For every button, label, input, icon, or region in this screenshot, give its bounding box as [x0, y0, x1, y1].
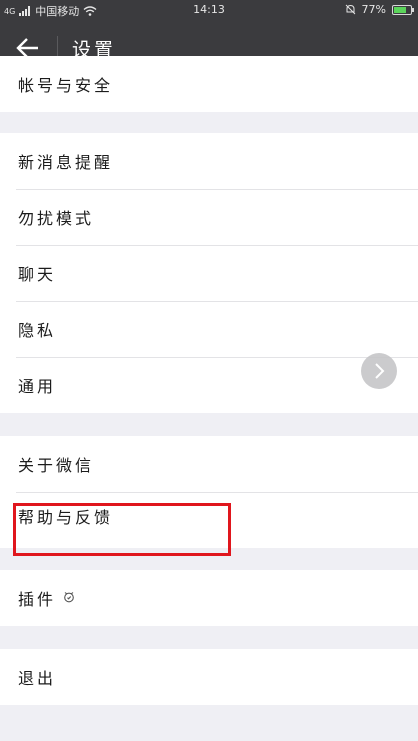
settings-item-privacy[interactable]: 隐私: [0, 301, 418, 357]
item-label: 退出: [18, 669, 57, 688]
item-label: 关于微信: [18, 456, 95, 475]
item-label: 帐号与安全: [18, 76, 114, 95]
battery-icon: [392, 4, 414, 15]
settings-item-general[interactable]: 通用: [0, 357, 418, 413]
mute-bell-icon: [345, 4, 355, 15]
settings-item-about-wechat[interactable]: 关于微信: [0, 436, 418, 492]
settings-item-new-message-alerts[interactable]: 新消息提醒: [0, 133, 418, 189]
settings-item-plugins[interactable]: 插件: [0, 570, 418, 626]
settings-group-account: 帐号与安全: [0, 56, 418, 112]
settings-item-account-security[interactable]: 帐号与安全: [0, 56, 418, 112]
item-label: 插件: [18, 590, 57, 609]
item-label: 聊天: [18, 265, 57, 284]
status-right: 77%: [345, 3, 414, 16]
settings-group-main: 新消息提醒 勿扰模式 聊天 隐私 通用: [0, 133, 418, 413]
item-label: 新消息提醒: [18, 153, 114, 172]
highlight-annotation-box: [13, 503, 231, 556]
battery-fill: [394, 6, 407, 13]
item-label: 勿扰模式: [18, 209, 95, 228]
plugin-icon: [62, 589, 76, 608]
item-label: 通用: [18, 377, 57, 396]
settings-item-chats[interactable]: 聊天: [0, 245, 418, 301]
settings-group-logout: 退出: [0, 649, 418, 705]
chevron-right-icon: [375, 363, 385, 379]
settings-item-do-not-disturb[interactable]: 勿扰模式: [0, 189, 418, 245]
settings-item-logout[interactable]: 退出: [0, 649, 418, 705]
status-bar: 4G 中国移动 14:13 77%: [0, 0, 418, 20]
floating-scroll-button[interactable]: [361, 353, 397, 389]
battery-percent: 77%: [361, 3, 386, 16]
settings-group-plugins: 插件: [0, 570, 418, 626]
item-label: 隐私: [18, 321, 57, 340]
